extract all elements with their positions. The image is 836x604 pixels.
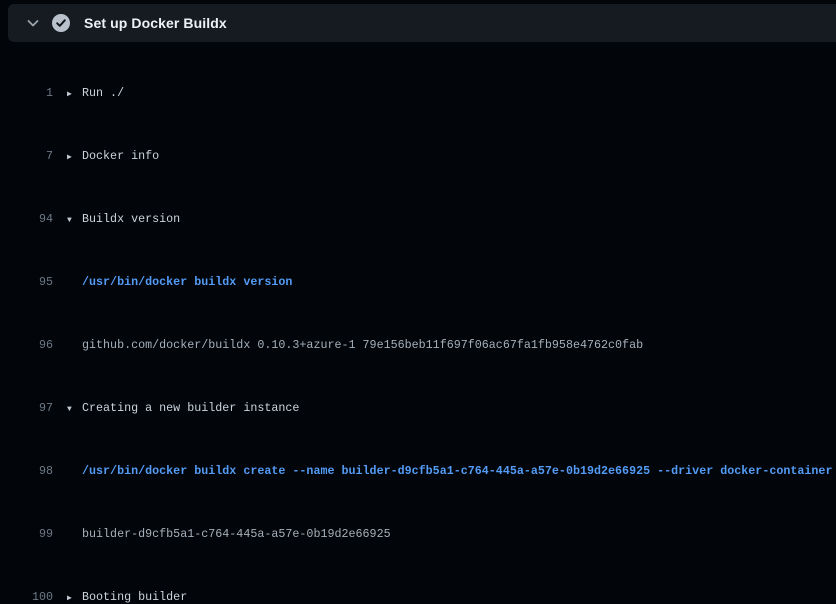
log-content: github.com/docker/buildx 0.10.3+azure-1 … [67,335,643,356]
log-line: 94 ▼Buildx version [0,209,836,230]
disclosure-triangle-icon: ▼ [67,399,82,420]
line-number-link[interactable]: 100 [0,587,53,604]
disclosure-triangle-icon: ▼ [67,210,82,231]
line-number-link[interactable]: 7 [0,146,53,167]
log-group-header[interactable]: ▶Docker info [67,146,159,168]
line-number-link[interactable]: 97 [0,398,53,419]
log-line: 96 github.com/docker/buildx 0.10.3+azure-… [0,335,836,356]
log-text: Docker info [82,149,159,163]
log-content: /usr/bin/docker buildx version [67,272,292,293]
log-text: Run ./ [82,86,124,100]
log-line: 99 builder-d9cfb5a1-c764-445a-a57e-0b19d2… [0,524,836,545]
line-number-link[interactable]: 95 [0,272,53,293]
log-group-header[interactable]: ▶Booting builder [67,587,187,604]
log-text: Booting builder [82,590,187,604]
step-title: Set up Docker Buildx [84,15,227,31]
line-number-link[interactable]: 94 [0,209,53,230]
log-text: Creating a new builder instance [82,401,299,415]
log-content: builder-d9cfb5a1-c764-445a-a57e-0b19d2e6… [67,524,391,545]
chevron-down-icon[interactable] [18,4,48,42]
log-group-header[interactable]: ▼Creating a new builder instance [67,398,299,420]
log-container: 1▶Run ./ 7▶Docker info 94▼Buildx version… [0,42,836,604]
log-text: builder-d9cfb5a1-c764-445a-a57e-0b19d2e6… [82,527,391,541]
check-circle-icon [52,14,70,32]
disclosure-triangle-icon: ▶ [67,147,82,168]
log-line: 98/usr/bin/docker buildx create --name b… [0,461,836,482]
log-content: /usr/bin/docker buildx create --name bui… [67,461,832,482]
log-text: /usr/bin/docker buildx create --name bui… [82,464,832,478]
line-number-link[interactable]: 98 [0,461,53,482]
line-number-link[interactable]: 1 [0,83,53,104]
log-group-header[interactable]: ▶Run ./ [67,83,124,105]
log-line: 95/usr/bin/docker buildx version [0,272,836,293]
log-text: Buildx version [82,212,180,226]
log-text: /usr/bin/docker buildx version [82,275,292,289]
log-line: 7 ▶Docker info [0,146,836,167]
line-number-link[interactable]: 99 [0,524,53,545]
disclosure-triangle-icon: ▶ [67,588,82,604]
log-line: 1 ▶Run ./ [0,83,836,104]
step-header[interactable]: Set up Docker Buildx [8,4,836,42]
log-group-header[interactable]: ▼Buildx version [67,209,180,231]
log-line: 100 ▶Booting builder [0,587,836,604]
disclosure-triangle-icon: ▶ [67,84,82,105]
log-line: 97 ▼Creating a new builder instance [0,398,836,419]
line-number-link[interactable]: 96 [0,335,53,356]
log-text: github.com/docker/buildx 0.10.3+azure-1 … [82,338,643,352]
